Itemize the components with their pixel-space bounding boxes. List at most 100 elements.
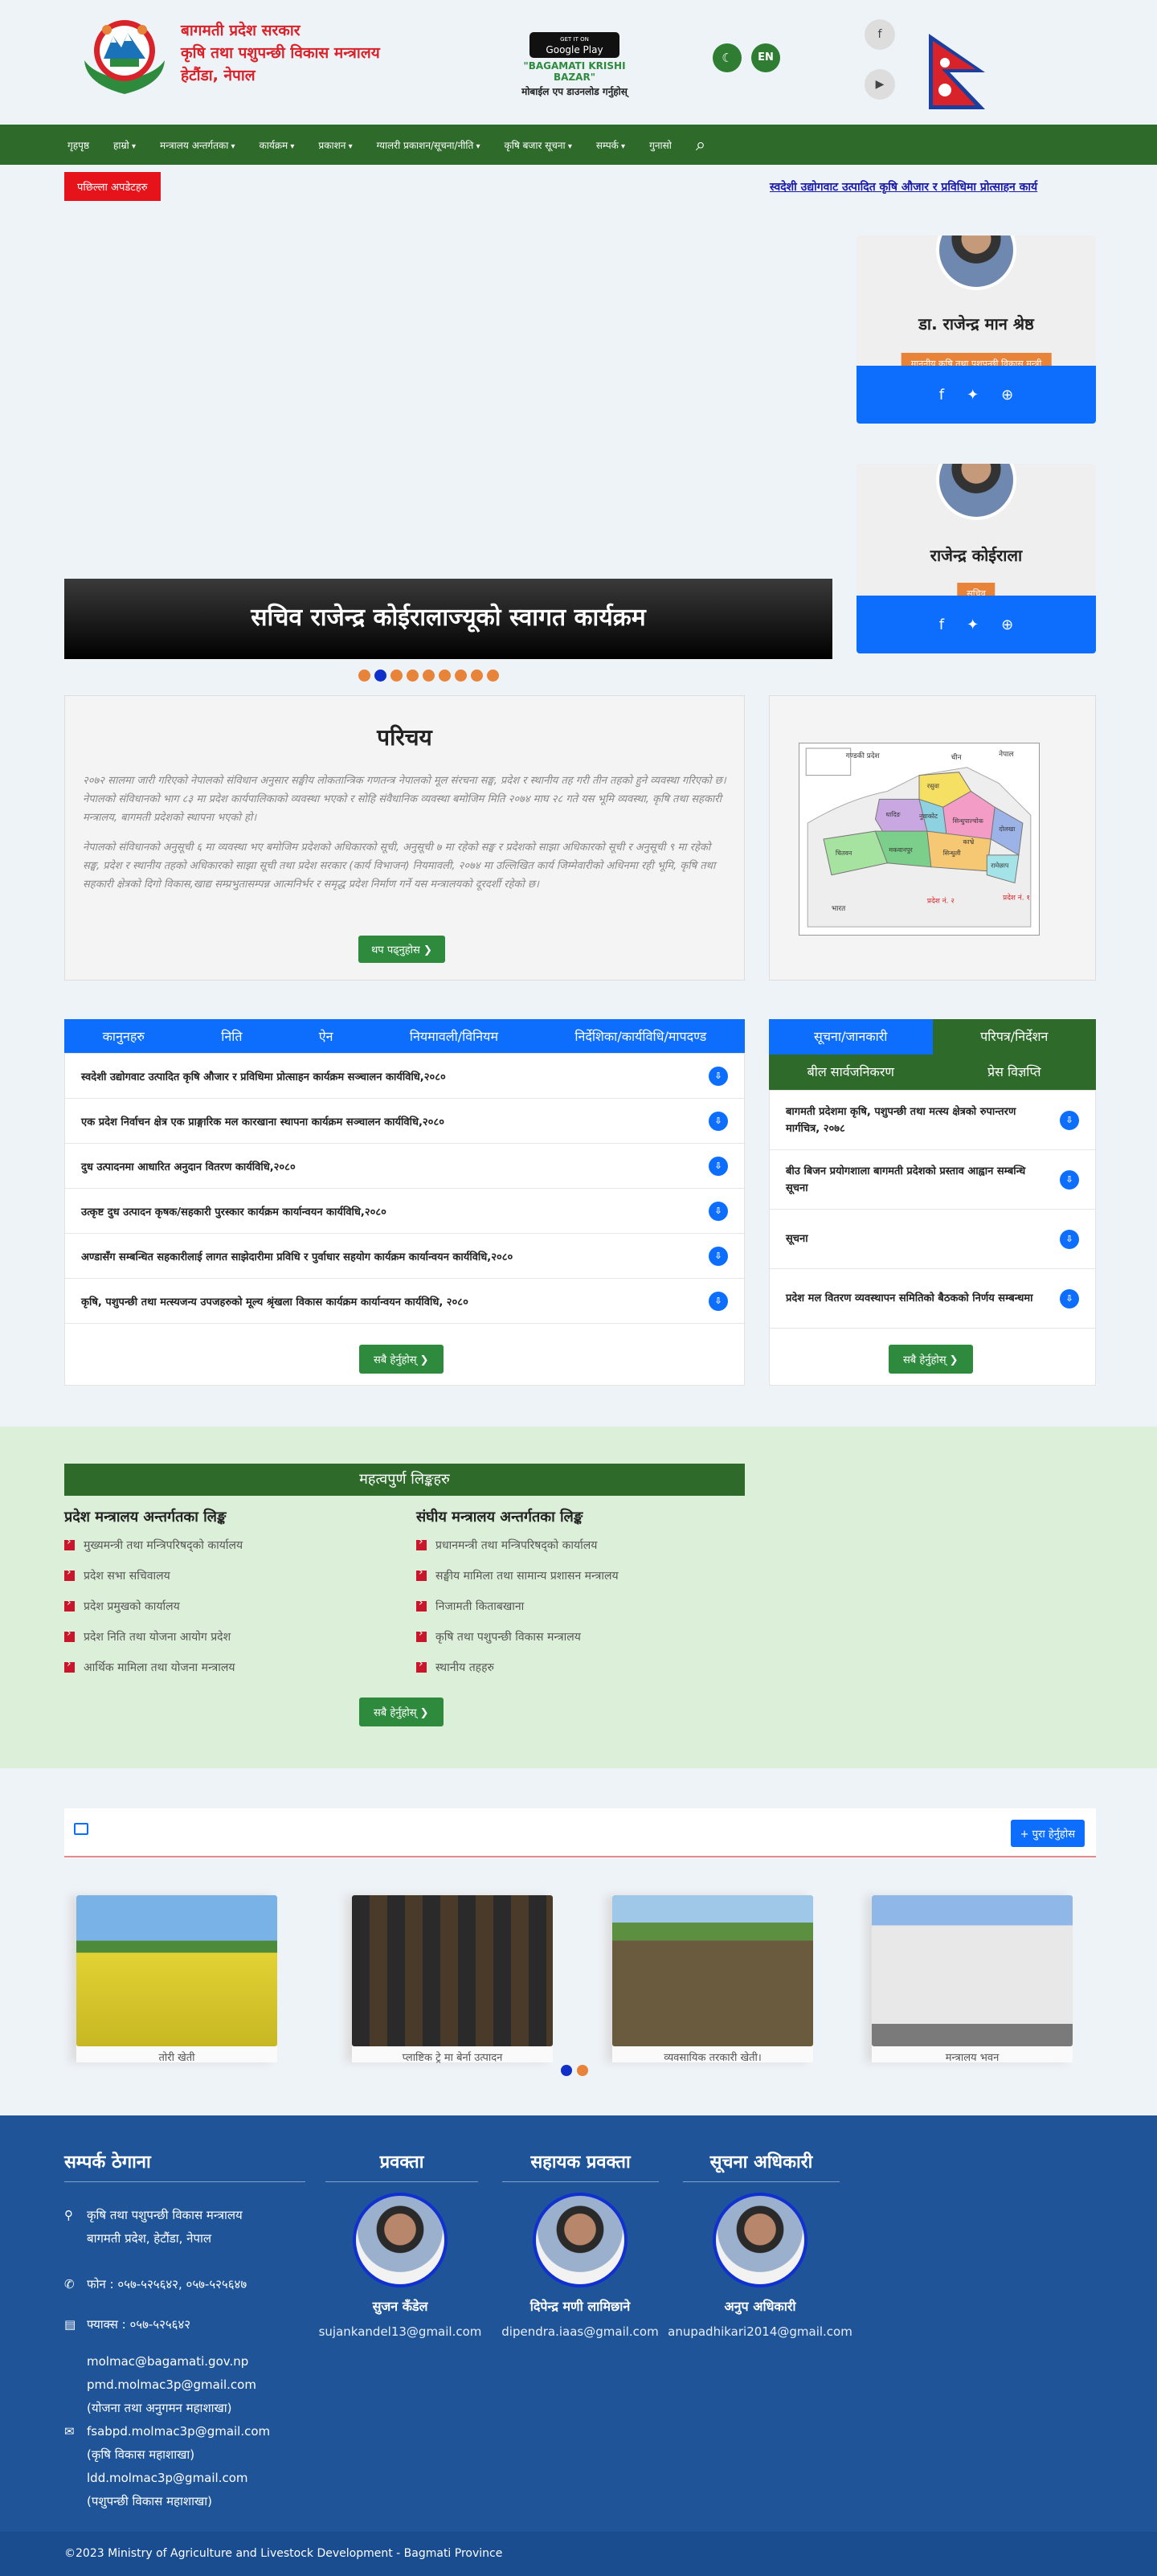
file-download-icon[interactable]: ⇩ xyxy=(709,1291,728,1311)
slider-dot[interactable] xyxy=(471,670,483,682)
nav-item-contact[interactable]: सम्पर्क xyxy=(596,138,625,152)
facebook-icon[interactable]: f xyxy=(865,19,895,50)
globe-icon[interactable]: ⊕ xyxy=(1001,387,1013,403)
file-download-icon[interactable]: ⇩ xyxy=(709,1246,728,1266)
tab-regulations[interactable]: नियमावली/विनियम xyxy=(410,1027,498,1045)
facebook-icon[interactable]: f xyxy=(939,616,944,633)
link-item[interactable]: आर्थिक मामिला तथा योजना मन्त्रालय xyxy=(64,1657,243,1675)
law-title[interactable]: अण्डासँग सम्बन्धित सहकारीलाई लागत साझेदा… xyxy=(81,1249,513,1263)
globe-icon[interactable]: ⊕ xyxy=(1001,616,1013,633)
list-item[interactable]: अण्डासँग सम्बन्धित सहकारीलाई लागत साझेदा… xyxy=(65,1234,744,1279)
gallery-item[interactable]: व्यवसायिक तरकारी खेती। xyxy=(612,1895,813,2064)
tab-press-release[interactable]: प्रेस विज्ञप्ति xyxy=(932,1055,1096,1090)
nav-item-market[interactable]: कृषि बजार सूचना xyxy=(505,138,572,152)
notice-title[interactable]: बीउ बिजन प्रयोगशाला बागमती प्रदेशको प्रस… xyxy=(786,1163,1043,1197)
tab-circulars[interactable]: परिपत्र/निर्देशन xyxy=(932,1019,1096,1055)
gallery-item[interactable]: प्लाष्टिक ट्रे मा बेर्ना उत्पादन xyxy=(352,1895,553,2064)
government-emblem-logo[interactable] xyxy=(75,12,174,96)
law-title[interactable]: एक प्रदेश निर्वाचन क्षेत्र एक प्राङ्गारि… xyxy=(81,1114,444,1128)
facebook-icon[interactable]: f xyxy=(939,387,944,403)
dark-mode-toggle[interactable]: ☾ xyxy=(713,43,742,72)
slider-dot[interactable] xyxy=(487,670,499,682)
list-item[interactable]: स्वदेशी उद्योगवाट उत्पादित कृषि औजार र प… xyxy=(65,1054,744,1099)
law-title[interactable]: कृषि, पशुपन्छी तथा मत्स्यजन्य उपजहरुको म… xyxy=(81,1294,468,1308)
law-title[interactable]: उत्कृष्ट दुध उत्पादन कृषक/सहकारी पुरस्का… xyxy=(81,1204,386,1218)
link-item[interactable]: कृषि तथा पशुपन्छी विकास मन्त्रालय xyxy=(416,1627,619,1644)
gallery-dot[interactable] xyxy=(577,2065,588,2076)
slider-dot[interactable] xyxy=(390,670,403,682)
tab-notices[interactable]: सूचना/जानकारी xyxy=(769,1019,933,1055)
search-icon[interactable]: ⌕ xyxy=(696,135,705,155)
google-play-download[interactable]: GET IT ON Google Play "BAGAMATI KRISHI B… xyxy=(518,32,631,97)
nav-item-programs[interactable]: कार्यक्रम xyxy=(260,138,295,152)
tab-policy[interactable]: निति xyxy=(221,1027,242,1045)
list-item[interactable]: उत्कृष्ट दुध उत्पादन कृषक/सहकारी पुरस्का… xyxy=(65,1189,744,1234)
notices-view-all-button[interactable]: सबै हेर्नुहोस् ❯ xyxy=(889,1345,973,1374)
gallery-item[interactable]: तोरी खेती xyxy=(76,1895,277,2064)
nav-item-grievance[interactable]: गुनासो xyxy=(649,138,672,152)
nav-item-publications[interactable]: प्रकाशन xyxy=(318,138,352,152)
list-item[interactable]: दुध उत्पादनमा आधारित अनुदान वितरण कार्यव… xyxy=(65,1144,744,1189)
province-map[interactable]: गण्डकी प्रदेश नेपाल चीन रसुवा धादिङ नुवा… xyxy=(799,743,1040,936)
link-item[interactable]: प्रदेश निति तथा योजना आयोग प्रदेश xyxy=(64,1627,243,1644)
file-download-icon[interactable]: ⇩ xyxy=(709,1066,728,1086)
gallery-image[interactable] xyxy=(872,1895,1073,2046)
list-item[interactable]: बागमती प्रदेशमा कृषि, पशुपन्छी तथा मत्स्… xyxy=(770,1091,1095,1150)
link-item[interactable]: स्थानीय तहहरु xyxy=(416,1657,619,1675)
nav-item-about[interactable]: हाम्रो xyxy=(113,138,136,152)
list-item[interactable]: प्रदेश मल वितरण व्यवस्थापन समितिको बैठकक… xyxy=(770,1269,1095,1329)
file-download-icon[interactable]: ⇩ xyxy=(1060,1169,1079,1190)
link-item[interactable]: प्रधानमन्त्री तथा मन्त्रिपरिषद्को कार्या… xyxy=(416,1535,619,1553)
list-item[interactable]: कृषि, पशुपन्छी तथा मत्स्यजन्य उपजहरुको म… xyxy=(65,1279,744,1324)
tab-guidelines[interactable]: निर्देशिका/कार्यविधि/मापदण्ड xyxy=(574,1027,706,1045)
gallery-dot-active[interactable] xyxy=(561,2065,572,2076)
link-item[interactable]: प्रदेश सभा सचिवालय xyxy=(64,1566,243,1583)
nav-item-gallery[interactable]: ग्यालरी प्रकाशन/सूचना/नीति xyxy=(377,138,480,152)
nav-item-offices[interactable]: मन्त्रालय अन्तर्गतका xyxy=(160,138,235,152)
link-item[interactable]: मुख्यमन्त्री तथा मन्त्रिपरिषद्को कार्याल… xyxy=(64,1535,243,1553)
tab-laws[interactable]: कानुनहरु xyxy=(103,1027,145,1045)
phone-text[interactable]: फोन : ०५७-५२५६४२, ०५७-५२५६४७ xyxy=(87,2273,247,2296)
gallery-item[interactable]: मन्त्रालय भवन xyxy=(872,1895,1073,2064)
youtube-icon[interactable]: ▶ xyxy=(865,69,895,100)
assistant-spokesperson-email[interactable]: dipendra.iaas@gmail.com xyxy=(484,2324,677,2339)
twitter-icon[interactable]: ✦ xyxy=(967,616,979,633)
link-item[interactable]: प्रदेश प्रमुखको कार्यालय xyxy=(64,1596,243,1614)
file-download-icon[interactable]: ⇩ xyxy=(1060,1288,1079,1308)
links-view-all-button[interactable]: सबै हेर्नुहोस् ❯ xyxy=(359,1698,444,1726)
list-item[interactable]: बीउ बिजन प्रयोगशाला बागमती प्रदेशको प्रस… xyxy=(770,1150,1095,1210)
file-download-icon[interactable]: ⇩ xyxy=(709,1201,728,1221)
link-item[interactable]: सङ्घीय मामिला तथा सामान्य प्रशासन मन्त्र… xyxy=(416,1566,619,1583)
link-item[interactable]: निजामती किताबखाना xyxy=(416,1596,619,1614)
list-item[interactable]: एक प्रदेश निर्वाचन क्षेत्र एक प्राङ्गारि… xyxy=(65,1099,744,1144)
nav-item-home[interactable]: गृहपृष्ठ xyxy=(67,138,89,152)
notice-title[interactable]: प्रदेश मल वितरण व्यवस्थापन समितिको बैठकक… xyxy=(786,1290,1043,1307)
slider-dot-active[interactable] xyxy=(374,670,386,682)
law-title[interactable]: दुध उत्पादनमा आधारित अनुदान वितरण कार्यव… xyxy=(81,1159,296,1173)
gallery-image[interactable] xyxy=(76,1895,277,2046)
file-download-icon[interactable]: ⇩ xyxy=(1060,1110,1079,1130)
information-officer-email[interactable]: anupadhikari2014@gmail.com xyxy=(664,2324,857,2339)
laws-view-all-button[interactable]: सबै हेर्नुहोस् ❯ xyxy=(359,1345,444,1374)
email-link[interactable]: molmac@bagamati.gov.np xyxy=(87,2350,270,2373)
notice-title[interactable]: बागमती प्रदेशमा कृषि, पशुपन्छी तथा मत्स्… xyxy=(786,1104,1043,1137)
list-item[interactable]: सूचना ⇩ xyxy=(770,1210,1095,1269)
language-toggle[interactable]: EN xyxy=(751,43,780,72)
slider-dot[interactable] xyxy=(358,670,370,682)
tab-bills[interactable]: बील सार्वजनिकरण xyxy=(769,1055,933,1090)
file-download-icon[interactable]: ⇩ xyxy=(709,1111,728,1131)
google-play-badge[interactable]: GET IT ON Google Play xyxy=(529,32,619,58)
tab-acts[interactable]: ऐन xyxy=(319,1027,333,1045)
news-ticker-link[interactable]: स्वदेशी उद्योगवाट उत्पादित कृषि औजार र प… xyxy=(770,179,1037,195)
slider-dot[interactable] xyxy=(455,670,467,682)
gallery-image[interactable] xyxy=(612,1895,813,2046)
email-link[interactable]: fsabpd.molmac3p@gmail.com xyxy=(87,2420,270,2443)
spokesperson-email[interactable]: sujankandel13@gmail.com xyxy=(304,2324,497,2339)
slider-dot[interactable] xyxy=(439,670,451,682)
slider-dot[interactable] xyxy=(423,670,435,682)
notice-title[interactable]: सूचना xyxy=(786,1231,1043,1247)
gallery-image[interactable] xyxy=(352,1895,553,2046)
slider-dot[interactable] xyxy=(407,670,419,682)
read-more-button[interactable]: थप पढ्नुहोस ❯ xyxy=(358,936,445,963)
twitter-icon[interactable]: ✦ xyxy=(967,387,979,403)
